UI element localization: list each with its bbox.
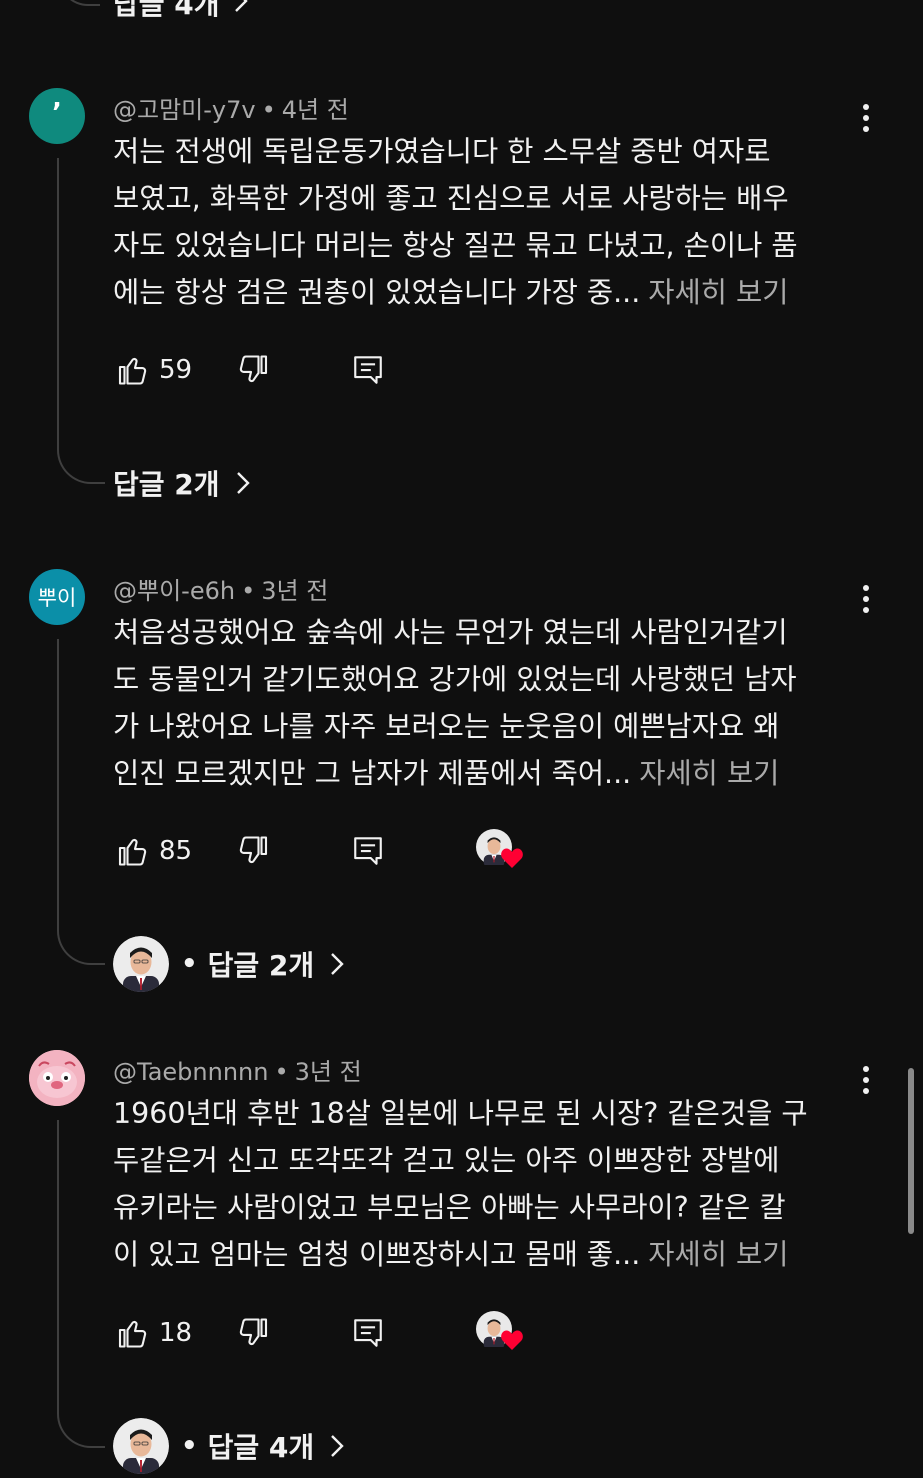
avatar[interactable] (29, 1050, 85, 1106)
thumbs-up-icon[interactable] (113, 351, 151, 389)
avatar-text: 뿌이 (37, 586, 77, 610)
comment-meta: @Taebnnnnn • 3년 전 (113, 1058, 362, 1086)
thumbs-up-icon[interactable] (113, 832, 151, 870)
creator-avatar (113, 1418, 169, 1474)
comment-meta: @뿌이-e6h • 3년 전 (113, 577, 329, 605)
comment-line: 1960년대 후반 18살 일본에 나무로 된 시장? 같은것을 구 (113, 1097, 808, 1130)
view-replies-button[interactable]: • 답글 4개 (113, 1418, 344, 1474)
read-more-link[interactable]: 자세히 보기 (648, 1238, 788, 1271)
comment-line: 자도 있었습니다 머리는 항상 질끈 묶고 다녔고, 손이나 품 (113, 229, 798, 262)
heart-icon (501, 1330, 523, 1350)
timestamp: 3년 전 (294, 1058, 362, 1086)
thread-line (57, 639, 105, 965)
creator-heart-badge (476, 1311, 526, 1355)
thread-line (57, 158, 105, 484)
comment-icon[interactable] (349, 351, 387, 389)
avatar[interactable]: ’ (29, 88, 85, 144)
view-replies-button[interactable]: 답글 2개 (113, 455, 250, 511)
chevron-right-icon (234, 0, 248, 20)
replies-label: 답글 2개 (113, 468, 220, 501)
author-name[interactable]: @고맘미-y7v (113, 96, 256, 124)
like-count: 59 (159, 355, 193, 385)
comment-line: 처음성공했어요 숲속에 사는 무언가 였는데 사람인거같기 (113, 616, 788, 649)
view-replies-button[interactable]: • 답글 2개 (113, 936, 344, 992)
comment-meta: @고맘미-y7v • 4년 전 (113, 96, 349, 124)
like-count: 18 (159, 1318, 193, 1348)
timestamp: 3년 전 (261, 577, 329, 605)
comment-actions: 18 (113, 1311, 523, 1353)
creator-heart-badge (476, 829, 526, 873)
avatar-character (29, 1050, 85, 1106)
comment-line: 인진 모르겠지만 그 남자가 제품에서 죽어... (113, 757, 632, 790)
thumbs-down-icon[interactable] (235, 351, 273, 389)
read-more-link[interactable]: 자세히 보기 (648, 276, 788, 309)
comment-actions: 59 (113, 350, 387, 390)
replies-label: 답글 4개 (207, 1431, 315, 1464)
thumbs-down-icon[interactable] (235, 1314, 273, 1352)
comment-line: 에는 항상 검은 권총이 있었습니다 가장 중... (113, 276, 641, 309)
comment-text: 처음성공했어요 숲속에 사는 무언가 였는데 사람인거같기 도 동물인거 같기도… (113, 609, 863, 797)
chevron-right-icon (330, 1434, 344, 1458)
comment-line: 보였고, 화목한 가정에 좋고 진심으로 서로 사랑하는 배우 (113, 182, 789, 215)
avatar-text: ’ (52, 98, 62, 128)
timestamp: 4년 전 (281, 96, 349, 124)
view-replies-button[interactable]: 답글 4개 (113, 0, 248, 21)
comment-icon[interactable] (349, 1314, 387, 1352)
comment-line: 도 동물인거 같기도했어요 강가에 있었는데 사랑했던 남자 (113, 663, 797, 696)
creator-avatar (113, 936, 169, 992)
comment-line: 저는 전생에 독립운동가였습니다 한 스무살 중반 여자로 (113, 135, 771, 168)
chevron-right-icon (330, 952, 344, 976)
comment-actions: 85 (113, 829, 523, 871)
heart-icon (501, 848, 523, 868)
chevron-right-icon (236, 471, 250, 495)
avatar[interactable]: 뿌이 (29, 569, 85, 625)
scrollbar[interactable] (908, 1068, 914, 1234)
author-name[interactable]: @Taebnnnnn (113, 1058, 268, 1086)
author-name[interactable]: @뿌이-e6h (113, 577, 235, 605)
like-count: 85 (159, 836, 193, 866)
comment-line: 이 있고 엄마는 엄청 이쁘장하시고 몸매 좋... (113, 1238, 641, 1271)
thumbs-up-icon[interactable] (113, 1314, 151, 1352)
comment-icon[interactable] (349, 832, 387, 870)
thumbs-down-icon[interactable] (235, 832, 273, 870)
read-more-link[interactable]: 자세히 보기 (639, 757, 779, 790)
replies-label: 답글 4개 (113, 0, 220, 21)
replies-label: 답글 2개 (207, 949, 315, 982)
comment-line: 두같은거 신고 또각또각 걷고 있는 아주 이쁘장한 장발에 (113, 1144, 780, 1177)
comment-text: 저는 전생에 독립운동가였습니다 한 스무살 중반 여자로 보였고, 화목한 가… (113, 128, 863, 316)
thread-line (57, 1120, 105, 1448)
comment-text: 1960년대 후반 18살 일본에 나무로 된 시장? 같은것을 구 두같은거 … (113, 1090, 863, 1278)
comment-line: 유키라는 사람이었고 부모님은 아빠는 사무라이? 같은 칼 (113, 1191, 786, 1224)
comment-line: 가 나왔어요 나를 자주 보러오는 눈웃음이 예쁜남자요 왜 (113, 710, 780, 743)
thread-line (58, 0, 100, 6)
